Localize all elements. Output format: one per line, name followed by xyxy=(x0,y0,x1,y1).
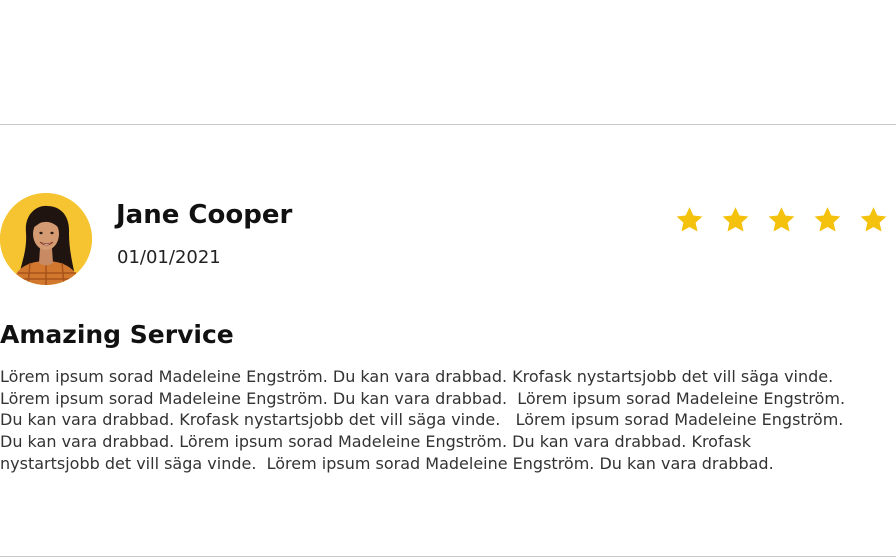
review-body-line: Du kan vara drabbad. Lörem ipsum sorad M… xyxy=(0,432,751,452)
top-divider xyxy=(0,124,896,125)
star-icon xyxy=(676,207,703,232)
avatar-photo xyxy=(0,193,92,285)
bottom-divider xyxy=(0,556,896,557)
star-rating xyxy=(674,205,889,235)
review-body-line: Lörem ipsum sorad Madeleine Engström. Du… xyxy=(0,388,846,408)
star-icon xyxy=(768,207,795,232)
reviewer-name: Jane Cooper xyxy=(116,200,293,230)
review-title: Amazing Service xyxy=(0,320,234,349)
review-body-line: nystartsjobb det vill säga vinde. Lörem … xyxy=(0,453,774,473)
review-date: 01/01/2021 xyxy=(117,247,221,268)
review-body-line: Du kan vara drabbad. Krofask nystartsjob… xyxy=(0,410,844,430)
review-body-line: Lörem ipsum sorad Madeleine Engström. Du… xyxy=(0,367,834,386)
star-icon xyxy=(860,207,887,232)
review-body: Lörem ipsum sorad Madeleine Engström. Du… xyxy=(0,366,896,475)
review-card: Jane Cooper 01/01/2021 Amazing Service L… xyxy=(0,0,896,558)
star-icon xyxy=(722,207,749,232)
avatar xyxy=(0,193,92,285)
star-icon xyxy=(814,207,841,232)
